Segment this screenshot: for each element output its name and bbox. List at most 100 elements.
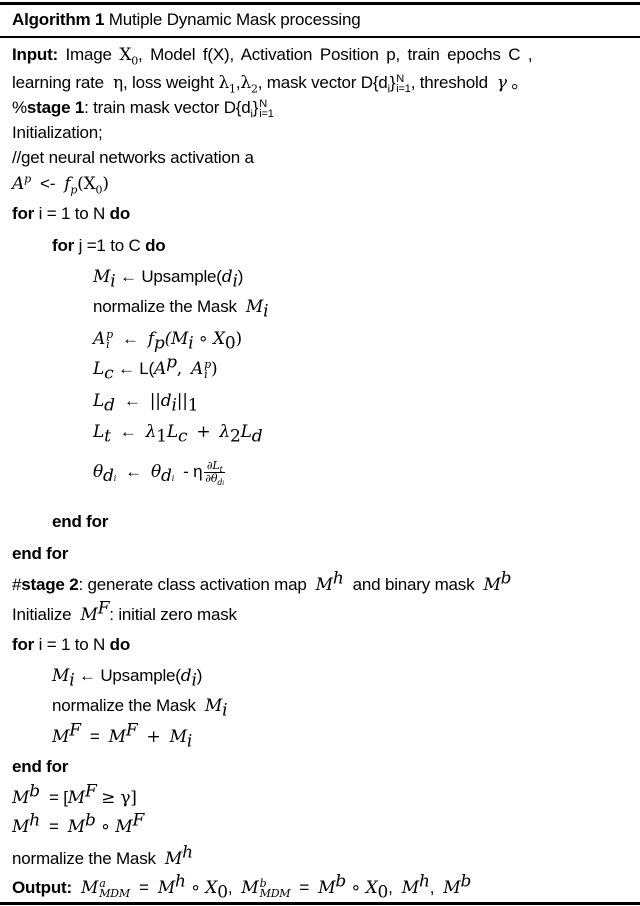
keyword-for: for bbox=[12, 204, 35, 223]
statement-text: normalize the Mask bbox=[52, 696, 196, 715]
math-sub: d bbox=[251, 426, 263, 447]
algorithm-title: Mutiple Dynamic Mask processing bbox=[108, 10, 361, 29]
math-sub: i bbox=[186, 731, 193, 752]
stage-2-comment: #stage 2: generate class activation map … bbox=[12, 570, 512, 596]
loss-d-line: Ld ← ||di||1 bbox=[93, 390, 199, 416]
math-ge-gamma: ≥ γ] bbox=[101, 788, 137, 808]
math-supsub: a MDM bbox=[99, 878, 130, 899]
math-range: Ni=1 bbox=[259, 98, 274, 120]
stage-text: and binary mask bbox=[352, 575, 475, 594]
function-name: Upsample( bbox=[141, 267, 222, 286]
math-sup: h bbox=[182, 842, 193, 863]
math-subsub: i bbox=[113, 474, 117, 484]
math-var: M bbox=[93, 267, 111, 287]
math-var: M bbox=[52, 727, 70, 747]
input-threshold-text: , threshold bbox=[410, 73, 488, 92]
loss-c-line: Lc ← L(Ap, Ap i) bbox=[93, 354, 218, 382]
math-sub: i bbox=[222, 700, 228, 721]
keyword-for: for bbox=[12, 635, 35, 654]
math-paren: ) bbox=[237, 267, 244, 286]
hadamard-operator: ∘ bbox=[190, 878, 201, 897]
math-plus: + bbox=[146, 727, 161, 747]
assign-arrow: ← bbox=[119, 422, 137, 441]
caption-rule bbox=[0, 36, 640, 38]
math-var: d bbox=[180, 666, 192, 686]
math-sub: 1 bbox=[187, 395, 199, 416]
math-var: M bbox=[52, 666, 70, 686]
output-label: Output: bbox=[12, 878, 72, 897]
stage-prefix: # bbox=[12, 575, 22, 594]
input-lw-text: , loss weight bbox=[122, 73, 214, 92]
outer-end-for: end for bbox=[12, 543, 68, 565]
math-sup: F bbox=[69, 720, 81, 741]
math-comma: , bbox=[227, 878, 233, 897]
math-var: L bbox=[93, 422, 105, 442]
math-sup: b bbox=[85, 810, 96, 831]
math-var: M bbox=[169, 727, 187, 747]
initialize-mf-line: Initialize MF: initial zero mask bbox=[12, 600, 237, 626]
math-gamma: γ bbox=[496, 73, 507, 93]
algorithm-number: Algorithm 1 bbox=[12, 10, 105, 29]
math-subsub: i bbox=[171, 474, 175, 484]
hadamard-operator: ∘ bbox=[350, 878, 362, 897]
stage-prefix: % bbox=[12, 98, 27, 117]
math-var: M bbox=[108, 727, 126, 747]
math-var: L bbox=[240, 422, 252, 442]
math-sub: 0 bbox=[224, 333, 236, 354]
assign-arrow: ← bbox=[79, 666, 96, 685]
math-sub-var: d bbox=[103, 466, 114, 487]
math-sub-var: d bbox=[161, 466, 172, 487]
stage-text: : train mask vector D{d bbox=[84, 98, 251, 117]
input-model-text: , Model f(X), Activation Position p, tra… bbox=[138, 45, 533, 64]
input-label: Input: bbox=[12, 45, 58, 64]
math-sup: b bbox=[460, 871, 472, 892]
keyword-do: do bbox=[109, 204, 131, 223]
math-var: λ bbox=[218, 73, 230, 93]
math-var: M bbox=[67, 817, 86, 837]
math-sub: i=1 bbox=[259, 107, 274, 120]
math-var: L bbox=[93, 391, 105, 411]
loop-range: i = 1 to N bbox=[38, 204, 106, 223]
math-plus: + bbox=[196, 422, 211, 442]
math-sup: h bbox=[332, 568, 344, 589]
math-var: θ bbox=[93, 461, 104, 482]
keyword-end-for: end for bbox=[52, 512, 109, 531]
assign-arrow: ← bbox=[123, 391, 141, 410]
input-line-1: Input: Image X0, Model f(X), Activation … bbox=[12, 44, 533, 66]
math-norm-close: || bbox=[176, 391, 188, 411]
math-sup: h bbox=[418, 871, 430, 892]
math-var: M bbox=[157, 878, 176, 898]
math-sub: t bbox=[104, 426, 111, 447]
math-sup: b bbox=[335, 871, 347, 892]
statement-text: normalize the Mask bbox=[12, 849, 156, 868]
math-sub: i bbox=[188, 333, 194, 354]
keyword-for: for bbox=[52, 236, 75, 255]
math-paren: ) bbox=[235, 329, 243, 349]
keyword-do: do bbox=[109, 635, 131, 654]
loop-range: j =1 to C bbox=[78, 236, 141, 255]
gradient-fraction: ∂Lt ∂θdi bbox=[204, 460, 225, 487]
loop2-accumulate-line: MF = MF + Mi bbox=[52, 722, 193, 752]
math-arg: (X0) bbox=[77, 174, 109, 195]
math-var: (M bbox=[164, 329, 189, 349]
math-sub: 2 bbox=[250, 82, 258, 96]
math-eq: = [ bbox=[48, 788, 68, 807]
math-var: M bbox=[81, 878, 99, 898]
math-sub: c bbox=[177, 426, 188, 447]
loss-total-line: Lt ← λ1Lc + λ2Ld bbox=[93, 421, 263, 447]
activation-assign: Ap <- fp(X0) bbox=[12, 173, 109, 195]
math-sub: d bbox=[104, 395, 115, 416]
math-eq: = bbox=[89, 727, 100, 746]
math-sub: di bbox=[161, 466, 174, 486]
heatmap-line: Mh = Mb ∘ MF bbox=[12, 812, 144, 838]
math-sup: F bbox=[132, 810, 145, 831]
input-image-text: Image bbox=[65, 45, 112, 64]
math-var: X bbox=[213, 329, 225, 349]
math-supsub: pi bbox=[106, 329, 113, 350]
math-eq: = bbox=[299, 878, 310, 897]
math-var: A bbox=[154, 359, 167, 379]
math-var: M bbox=[483, 575, 501, 595]
math-paren: ) bbox=[210, 359, 218, 379]
top-rule bbox=[0, 2, 640, 5]
math-var: L bbox=[93, 359, 105, 379]
